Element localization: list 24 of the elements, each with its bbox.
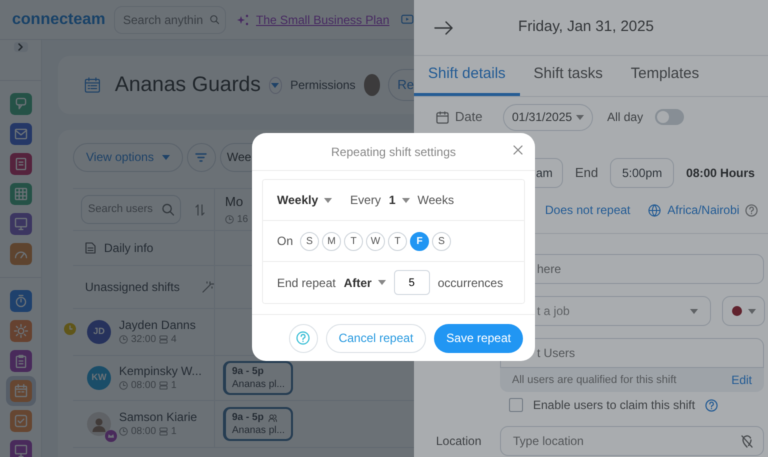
- permissions-label: Permissions: [290, 77, 356, 94]
- end-label: End: [575, 164, 598, 182]
- shift-location: Ananas pl...: [232, 424, 285, 437]
- shift-location: Ananas pl...: [232, 378, 285, 391]
- duration-label: 08:00 Hours: [686, 165, 755, 182]
- date-label: Date: [455, 108, 484, 126]
- avatar-initials: KW: [87, 366, 111, 390]
- every-label: Every: [350, 192, 381, 209]
- all-day-label: All day: [607, 109, 644, 126]
- end-repeat-label: End repeat: [277, 274, 336, 292]
- on-label: On: [277, 233, 294, 250]
- shift-time: 9a - 5p: [232, 365, 264, 378]
- claim-label: Enable users to claim this shift: [533, 397, 696, 414]
- page-title: Ananas Guards: [114, 72, 261, 98]
- unit-label: Weeks: [418, 192, 454, 209]
- qualified-note: All users are qualified for this shift: [512, 372, 676, 388]
- location-label: Location: [436, 433, 482, 450]
- modal-title: Repeating shift settings: [331, 144, 456, 160]
- avatar-initials: JD: [87, 320, 111, 344]
- daily-info-label: Daily info: [104, 240, 154, 257]
- unassigned-shifts-label: Unassigned shifts: [85, 279, 180, 296]
- drawer-title: Friday, Jan 31, 2025: [517, 17, 655, 38]
- day-header: Mo: [225, 193, 244, 212]
- shift-time: 9a - 5p: [232, 411, 264, 424]
